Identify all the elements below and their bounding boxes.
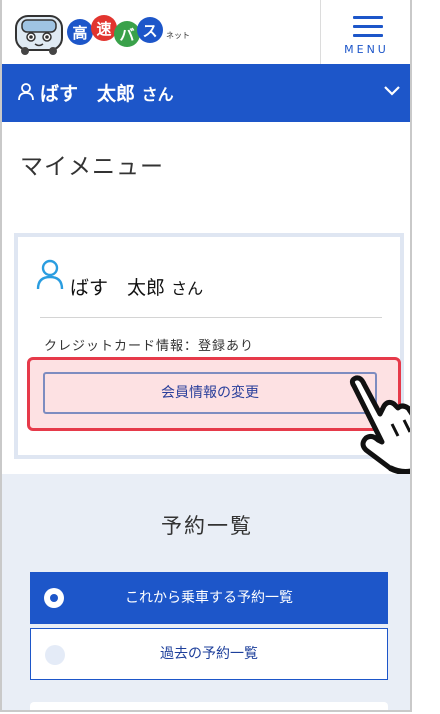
hamburger-icon — [353, 16, 383, 43]
logo-text: 高 速 バ ス ネット — [67, 15, 190, 47]
radio-selected-icon — [44, 588, 64, 608]
phone-frame: 高 速 バ ス ネット MENU ばす 太郎 さん マイメニュー ばす 太郎 さ… — [0, 0, 412, 712]
svg-text:速: 速 — [96, 20, 111, 38]
user-name-suffix: さん — [141, 85, 174, 104]
upcoming-reservations-label: これから乗車する予約一覧 — [125, 590, 293, 606]
member-name-suffix: さん — [171, 279, 204, 298]
credit-card-status: クレジットカード情報：登録あり — [44, 339, 255, 354]
next-card-edge — [30, 702, 388, 710]
menu-button[interactable]: MENU — [320, 0, 410, 64]
divider — [40, 317, 382, 318]
user-icon — [36, 259, 64, 290]
radio-unselected-icon — [45, 645, 65, 665]
change-member-info-button[interactable]: 会員情報の変更 — [43, 372, 377, 414]
page-title: マイメニュー — [20, 154, 164, 180]
user-icon — [18, 83, 34, 101]
reservations-title: 予約一覧 — [161, 514, 253, 538]
user-account-bar[interactable]: ばす 太郎 さん — [2, 64, 410, 122]
upcoming-reservations-button[interactable]: これから乗車する予約一覧 — [30, 572, 388, 624]
bus-mascot-icon — [15, 15, 63, 55]
pointing-hand-icon — [349, 375, 410, 475]
svg-text:ネット: ネット — [166, 31, 190, 40]
reservations-section: 予約一覧 これから乗車する予約一覧 過去の予約一覧 — [2, 474, 410, 710]
menu-label: MENU — [344, 43, 389, 56]
site-header: 高 速 バ ス ネット MENU — [2, 0, 410, 64]
svg-text:ス: ス — [142, 22, 157, 40]
kosoku-bus-logo[interactable]: 高 速 バ ス ネット — [14, 10, 204, 56]
member-name: ばす 太郎 さん — [70, 277, 204, 299]
chevron-down-icon — [384, 86, 400, 96]
past-reservations-label: 過去の予約一覧 — [160, 646, 258, 662]
svg-text:バ: バ — [119, 26, 134, 44]
svg-text:高: 高 — [72, 24, 87, 42]
user-name: ばす 太郎 さん — [40, 83, 174, 105]
past-reservations-button[interactable]: 過去の予約一覧 — [30, 628, 388, 680]
